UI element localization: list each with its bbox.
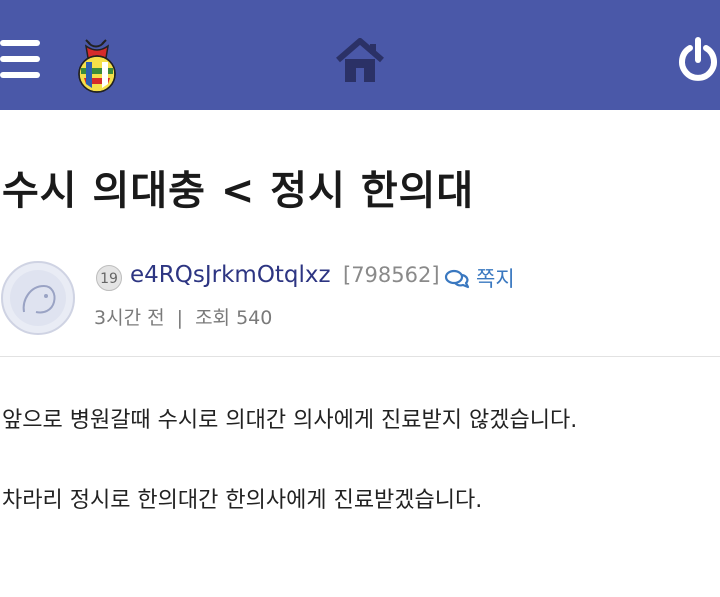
views-label: 조회 [195,307,231,329]
power-icon[interactable] [676,36,720,84]
meta-separator: | [176,307,184,329]
post-body-line: 차라리 정시로 한의대간 한의사에게 진료받겠습니다. [2,488,483,513]
message-button[interactable]: 쪽지 [444,263,515,293]
message-label: 쪽지 [476,267,515,291]
views-count: 540 [236,307,273,329]
post-body-line: 앞으로 병원갈때 수시로 의대간 의사에게 진료받지 않겠습니다. [2,408,578,433]
top-bar [0,0,720,110]
home-icon[interactable] [334,38,386,84]
hamburger-menu-icon[interactable] [0,40,40,80]
author-name[interactable]: e4RQsJrkmOtqlxz [130,262,331,288]
pouch-logo-icon[interactable] [72,38,122,94]
post-time: 3시간 전 [94,307,165,329]
author-avatar[interactable] [0,260,76,336]
level-badge: 19 [96,265,122,291]
post-title: 수시 의대충 < 정시 한의대 [2,168,475,214]
divider [0,356,720,357]
post-meta: 3시간 전 | 조회 540 [94,303,272,330]
chat-bubbles-icon [444,269,470,289]
author-id: [798562] [343,263,440,287]
